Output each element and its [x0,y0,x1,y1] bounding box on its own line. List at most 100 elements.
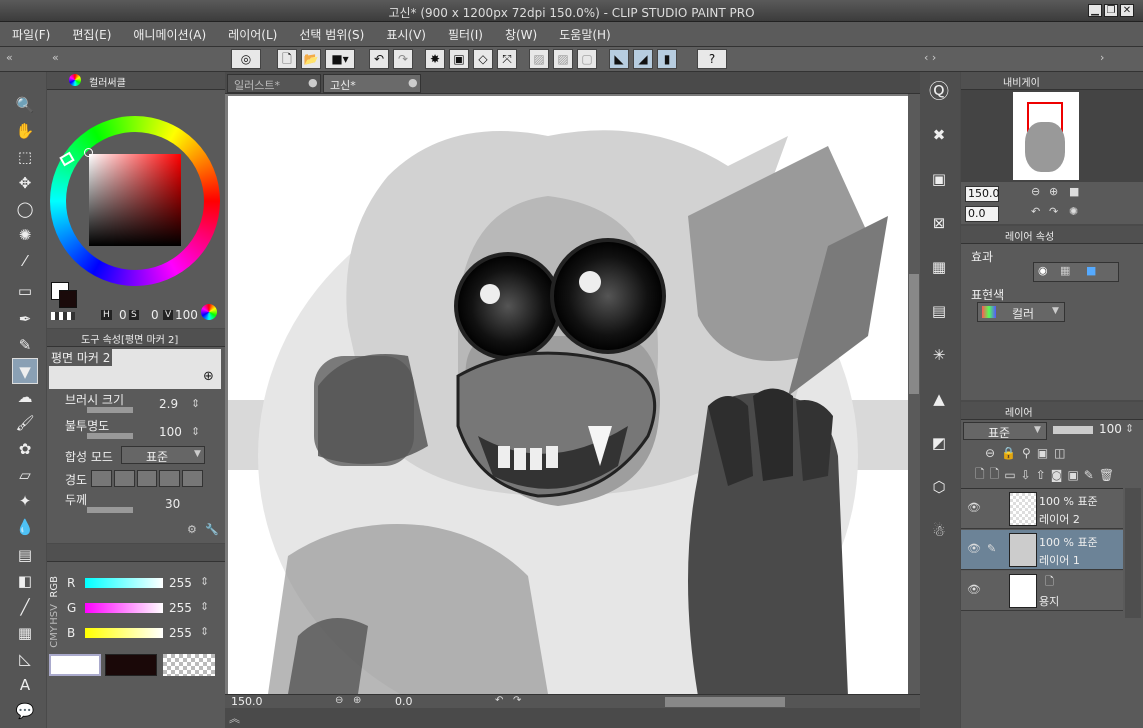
vertical-scrollbar[interactable] [908,94,920,694]
material-3d-icon[interactable]: ⬡ [926,474,952,500]
layer-row-2[interactable]: 👁 100 % 표준 레이어 2 [961,489,1123,529]
g-slider[interactable] [85,603,163,613]
fill-icon[interactable]: ▣ [449,49,469,69]
layer-opacity-stepper-icon[interactable]: ⇕ [1125,422,1134,435]
b-stepper-icon[interactable]: ⇕ [200,625,209,638]
r-stepper-icon[interactable]: ⇕ [200,575,209,588]
hardness-selector[interactable] [91,470,203,487]
selection-border-icon[interactable]: ▢ [577,49,597,69]
tab-illust-close-icon[interactable]: ● [308,76,318,89]
menu-animation[interactable]: 애니메이션(A) [133,26,206,43]
reference-icon[interactable]: ⚲ [1022,446,1031,460]
material-image-icon[interactable]: ▲ [926,386,952,412]
horizontal-scrollbar-thumb[interactable] [665,697,785,707]
canvas-area[interactable] [225,94,920,694]
navigator-zoom-out-icon[interactable]: ⊖ [1031,185,1040,198]
new-file-icon[interactable]: 🗋 [277,49,297,69]
snap-special-icon[interactable]: ▮ [657,49,677,69]
fill-tool-icon[interactable]: ▤ [12,542,38,568]
transparent-color-box[interactable] [163,654,215,676]
tab-gosin-close-icon[interactable]: ● [408,76,418,89]
material-monochrome-icon[interactable]: ▣ [926,166,952,192]
material-manga-icon[interactable]: ▤ [926,298,952,324]
navigator-zoom-in-icon[interactable]: ⊕ [1049,185,1058,198]
merge-down-icon[interactable]: ⇩ [1021,468,1031,482]
color-wheel-tab-label[interactable]: 컬러써클 [89,74,126,89]
main-color-box[interactable] [49,654,101,676]
tab-gosin[interactable]: 고신* ● [323,74,421,93]
blend-mode-select[interactable]: 표준 ▼ [121,446,205,464]
cmy-tab[interactable]: CMY [49,626,60,648]
eyedropper-icon[interactable]: ⁄ [12,248,38,274]
hand-icon[interactable]: ✋ [12,118,38,144]
ruler-icon[interactable]: ◺ [12,646,38,672]
navigator-reset-icon[interactable]: ✺ [1069,205,1078,218]
sub-color-box[interactable] [105,654,157,676]
transparent-swatch[interactable] [51,312,75,320]
marker-icon[interactable]: ▼ [12,358,38,384]
tool-settings-icon[interactable]: ⚙ [187,523,197,536]
redo-icon[interactable]: ↷ [393,49,413,69]
text-icon[interactable]: A [12,672,38,698]
status-zoom[interactable]: 150.0 [231,695,263,708]
eraser-icon[interactable]: ▱ [12,462,38,488]
transform-icon[interactable]: ⤧ [497,49,517,69]
canvas[interactable] [228,96,908,694]
brush-icon[interactable]: 🖌 [12,410,38,436]
new-raster-layer-icon[interactable]: 🗋 [975,465,985,486]
wrench-icon[interactable]: 🔧 [205,523,219,536]
invert-selection-icon[interactable]: ▨ [553,49,573,69]
layer-opacity-value[interactable]: 100 [1099,422,1122,436]
drop-icon[interactable]: 💧 [12,514,38,540]
color-mode-icon[interactable] [201,304,217,320]
pen-icon[interactable]: ✒ [12,306,38,332]
magnify-icon[interactable]: ⊕ [203,369,214,384]
open-file-icon[interactable]: 📂 [301,49,321,69]
lock-icon[interactable]: 🔒 [1001,446,1016,460]
r-value[interactable]: 255 [169,576,192,590]
snap-grid-icon[interactable]: ◢ [633,49,653,69]
menu-window[interactable]: 창(W) [505,26,537,43]
menu-selection[interactable]: 선택 범위(S) [299,26,364,43]
material-effect-icon[interactable]: ✳ [926,342,952,368]
airbrush-icon[interactable]: ☁ [12,384,38,410]
pencil-icon[interactable]: ✎ [12,332,38,358]
new-vector-layer-icon[interactable]: 🗋 [990,465,1000,486]
r-slider[interactable] [85,578,163,588]
apply-mask-icon[interactable]: ▣ [1067,468,1078,482]
opacity-value[interactable]: 100 [159,425,182,439]
effect-selector[interactable]: ◉ ▦ ■ [1033,262,1119,282]
magic-wand-icon[interactable]: ✺ [12,222,38,248]
expand-right-icon[interactable]: › [1100,51,1104,64]
expression-select[interactable]: 컬러 ▼ [977,302,1065,322]
ruler-layer-icon[interactable]: ✎ [1084,468,1094,482]
menu-file[interactable]: 파일(F) [12,26,50,43]
hsv-tab[interactable]: HSV [49,604,60,625]
clip-studio-icon[interactable]: ◎ [231,49,261,69]
navigator-zoom-field[interactable]: 150.0 [965,186,1000,202]
undo-icon[interactable]: ↶ [369,49,389,69]
paper-visibility-icon[interactable]: 👁 [967,583,981,596]
rgb-tab[interactable]: RGB [49,576,60,598]
mask-icon[interactable]: ◫ [1054,446,1065,460]
material-pose-icon[interactable]: ☃ [926,518,952,544]
opacity-stepper-icon[interactable]: ⇕ [191,425,200,438]
status-angle[interactable]: 0.0 [395,695,413,708]
material-pattern-icon[interactable]: ⊠ [926,210,952,236]
search-material-icon[interactable]: Ⓠ [926,78,952,104]
g-stepper-icon[interactable]: ⇕ [200,600,209,613]
maximize-icon[interactable]: ❐ [1104,4,1118,17]
delete-layer-icon[interactable]: 🗑 [1099,468,1114,482]
draft-icon[interactable]: ▣ [1037,446,1048,460]
collapse-left-icon[interactable]: « [6,51,13,64]
clip-icon[interactable]: ⊖ [985,446,995,460]
material-tone-icon[interactable]: ▦ [926,254,952,280]
zoom-icon[interactable]: 🔍 [12,92,38,118]
status-zoom-out-icon[interactable]: ⊖ [335,695,343,706]
sub-color-swatch[interactable] [59,290,77,308]
gradient-icon[interactable]: ◧ [12,568,38,594]
frame-icon[interactable]: ▦ [12,620,38,646]
status-zoom-in-icon[interactable]: ⊕ [353,695,361,706]
new-folder-icon[interactable]: ▭ [1004,468,1015,482]
status-rotate-left-icon[interactable]: ↶ [495,695,503,706]
